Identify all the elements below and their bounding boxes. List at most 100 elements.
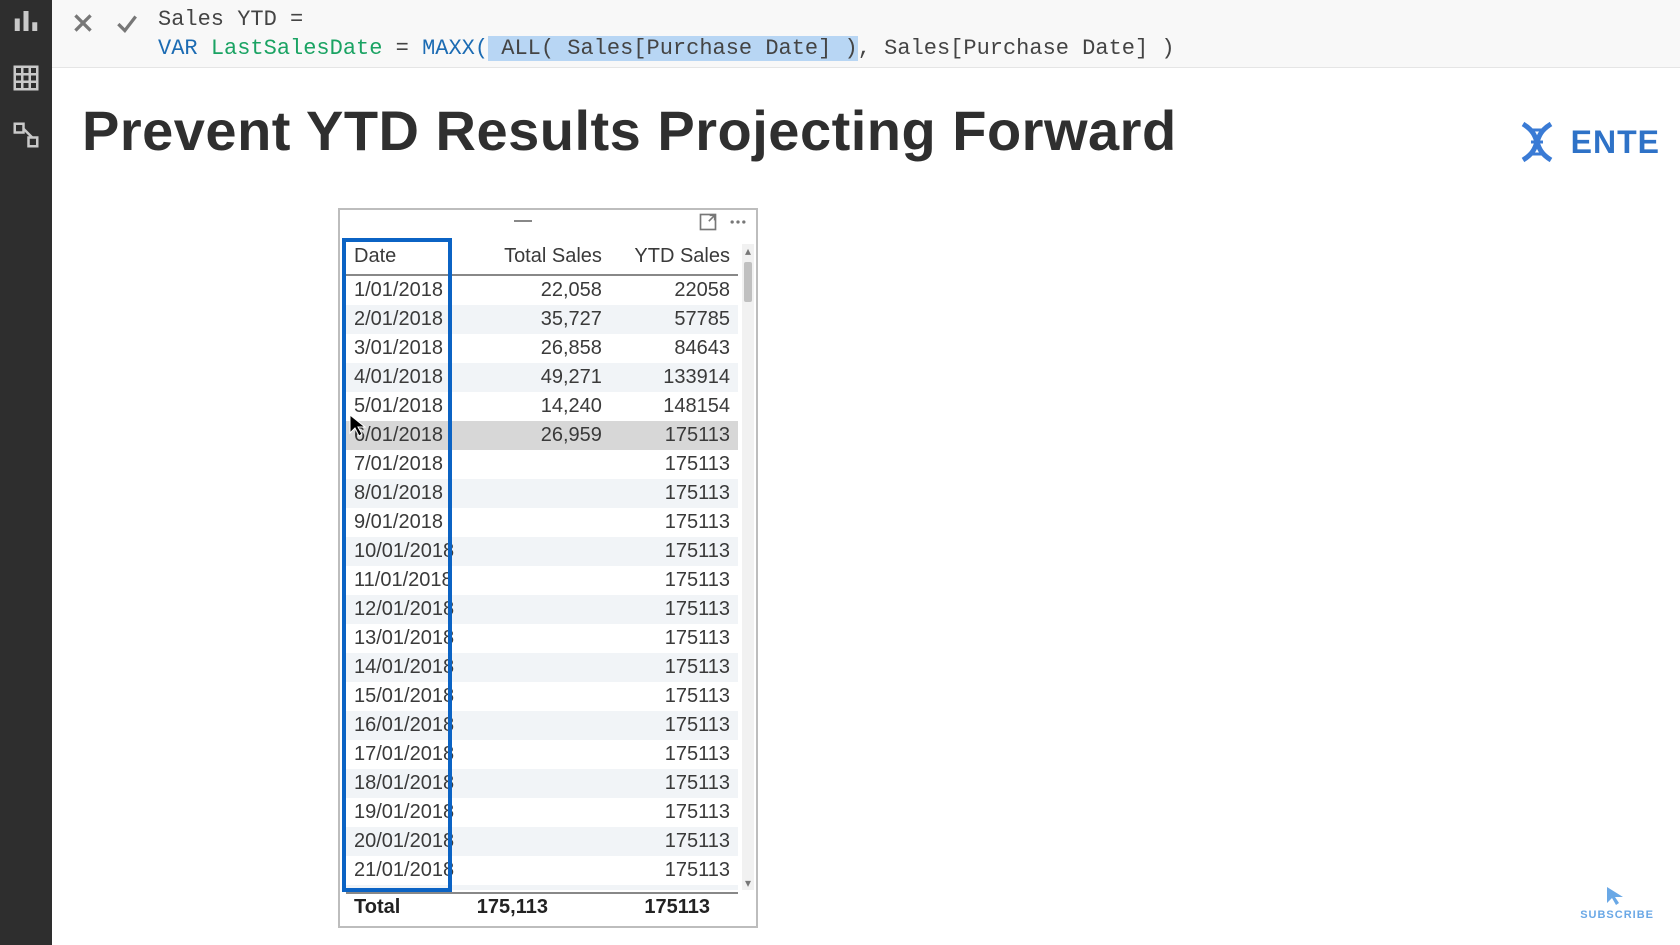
cell-date: 13/01/2018 xyxy=(346,624,479,653)
scroll-down-arrow-icon[interactable]: ▾ xyxy=(742,876,754,890)
vertical-scrollbar[interactable]: ▴ ▾ xyxy=(742,244,754,890)
brand-text: ENTE xyxy=(1571,124,1660,161)
table-row[interactable]: 22/01/2018 175113 xyxy=(346,885,738,890)
table-row[interactable]: 18/01/2018 175113 xyxy=(346,769,738,798)
cell-total-sales: 49,271 xyxy=(479,363,610,392)
cell-date: 18/01/2018 xyxy=(346,769,479,798)
cell-ytd-sales: 175113 xyxy=(610,624,738,653)
formula-maxx: MAXX( xyxy=(422,36,488,61)
formula-bar[interactable]: Sales YTD = VAR LastSalesDate = MAXX( AL… xyxy=(52,0,1680,68)
table-row[interactable]: 8/01/2018175113 xyxy=(346,479,738,508)
cell-total-sales xyxy=(479,711,610,740)
cell-total-sales xyxy=(479,595,610,624)
commit-formula-icon[interactable] xyxy=(114,10,140,36)
formula-measure-name: Sales YTD xyxy=(158,7,277,32)
cell-ytd-sales: 133914 xyxy=(610,363,738,392)
cell-total-sales xyxy=(479,740,610,769)
cell-ytd-sales: 175113 xyxy=(610,682,738,711)
table-row[interactable]: 14/01/2018175113 xyxy=(346,653,738,682)
dna-icon xyxy=(1513,118,1561,166)
drag-handle-icon[interactable] xyxy=(503,220,543,228)
cell-total-sales xyxy=(479,566,610,595)
table-row[interactable]: 6/01/201826,959175113 xyxy=(346,421,738,450)
cell-ytd-sales: 175113 xyxy=(610,508,738,537)
cell-date: 3/01/2018 xyxy=(346,334,479,363)
table-row[interactable]: 15/01/2018 175113 xyxy=(346,682,738,711)
cell-date: 22/01/2018 xyxy=(346,885,479,890)
table-row[interactable]: 12/01/2018175113 xyxy=(346,595,738,624)
table-row[interactable]: 10/01/2018175113 xyxy=(346,537,738,566)
cell-total-sales: 26,959 xyxy=(479,421,610,450)
cell-date: 21/01/2018 xyxy=(346,856,479,885)
table-row[interactable]: 1/01/201822,05822058 xyxy=(346,275,738,305)
cell-date: 9/01/2018 xyxy=(346,508,479,537)
cell-total-sales xyxy=(479,769,610,798)
scroll-thumb[interactable] xyxy=(744,262,752,302)
table-row[interactable]: 2/01/201835,72757785 xyxy=(346,305,738,334)
cell-total-sales xyxy=(479,508,610,537)
cell-ytd-sales: 22058 xyxy=(610,275,738,305)
cell-date: 20/01/2018 xyxy=(346,827,479,856)
formula-editor[interactable]: Sales YTD = VAR LastSalesDate = MAXX( AL… xyxy=(158,0,1175,63)
table-row[interactable]: 4/01/201849,271133914 xyxy=(346,363,738,392)
table-row[interactable]: 3/01/201826,85884643 xyxy=(346,334,738,363)
cell-ytd-sales: 175113 xyxy=(610,595,738,624)
cell-date: 6/01/2018 xyxy=(346,421,479,450)
cell-total-sales: 22,058 xyxy=(479,275,610,305)
cell-date: 17/01/2018 xyxy=(346,740,479,769)
cell-ytd-sales: 175113 xyxy=(610,769,738,798)
cell-total-sales: 35,727 xyxy=(479,305,610,334)
cell-total-sales xyxy=(479,885,610,890)
col-header-ytd[interactable]: YTD Sales xyxy=(610,242,738,275)
subscribe-badge[interactable]: SUBSCRIBE xyxy=(1580,885,1654,921)
cell-date: 11/01/2018 xyxy=(346,566,479,595)
report-canvas[interactable]: Prevent YTD Results Projecting Forward E… xyxy=(52,68,1680,945)
cancel-formula-icon[interactable] xyxy=(70,10,96,36)
table-row[interactable]: 11/01/2018 175113 xyxy=(346,566,738,595)
cell-ytd-sales: 175113 xyxy=(610,421,738,450)
cell-total-sales xyxy=(479,856,610,885)
cell-ytd-sales: 148154 xyxy=(610,392,738,421)
totals-ytd-sales: 175113 xyxy=(556,896,738,919)
cell-ytd-sales: 84643 xyxy=(610,334,738,363)
model-view-icon[interactable] xyxy=(11,120,41,155)
table-row[interactable]: 20/01/2018175113 xyxy=(346,827,738,856)
left-nav-rail xyxy=(0,0,52,945)
totals-total-sales: 175,113 xyxy=(446,896,556,919)
cell-total-sales xyxy=(479,682,610,711)
cell-date: 15/01/2018 xyxy=(346,682,479,711)
cell-date: 19/01/2018 xyxy=(346,798,479,827)
col-header-date[interactable]: Date xyxy=(346,242,479,275)
cell-total-sales xyxy=(479,624,610,653)
more-options-icon[interactable] xyxy=(728,212,748,237)
table-row[interactable]: 9/01/2018 175113 xyxy=(346,508,738,537)
cell-total-sales xyxy=(479,450,610,479)
table-row[interactable]: 7/01/2018175113 xyxy=(346,450,738,479)
table-row[interactable]: 13/01/2018 175113 xyxy=(346,624,738,653)
table-row[interactable]: 17/01/2018175113 xyxy=(346,740,738,769)
scroll-up-arrow-icon[interactable]: ▴ xyxy=(742,244,754,258)
table-visual[interactable]: Date Total Sales YTD Sales 1/01/201822,0… xyxy=(338,208,758,928)
cell-date: 4/01/2018 xyxy=(346,363,479,392)
focus-mode-icon[interactable] xyxy=(698,212,718,237)
formula-variable: LastSalesDate xyxy=(211,36,383,61)
cell-ytd-sales: 175113 xyxy=(610,566,738,595)
formula-selection: ALL( Sales[Purchase Date] ) xyxy=(488,36,858,61)
table-row[interactable]: 21/01/2018175113 xyxy=(346,856,738,885)
col-header-total[interactable]: Total Sales xyxy=(479,242,610,275)
cell-total-sales: 26,858 xyxy=(479,334,610,363)
table-row[interactable]: 19/01/2018175113 xyxy=(346,798,738,827)
cell-total-sales xyxy=(479,479,610,508)
report-view-icon[interactable] xyxy=(11,6,41,41)
data-table[interactable]: Date Total Sales YTD Sales 1/01/201822,0… xyxy=(346,242,738,890)
cell-date: 10/01/2018 xyxy=(346,537,479,566)
subscribe-label: SUBSCRIBE xyxy=(1580,909,1654,921)
page-title: Prevent YTD Results Projecting Forward xyxy=(82,98,1177,163)
table-row[interactable]: 5/01/201814,240148154 xyxy=(346,392,738,421)
data-view-icon[interactable] xyxy=(11,63,41,98)
table-row[interactable]: 16/01/2018175113 xyxy=(346,711,738,740)
table-header-row[interactable]: Date Total Sales YTD Sales xyxy=(346,242,738,275)
cell-ytd-sales: 175113 xyxy=(610,885,738,890)
cell-date: 8/01/2018 xyxy=(346,479,479,508)
cell-date: 2/01/2018 xyxy=(346,305,479,334)
